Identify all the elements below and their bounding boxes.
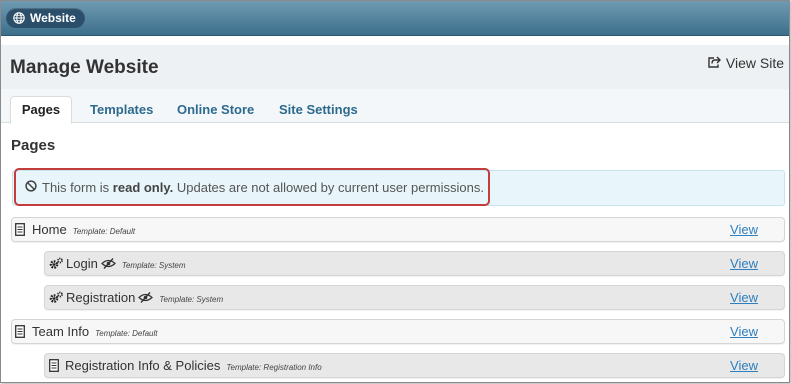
view-site-link[interactable]: View Site	[708, 55, 784, 71]
view-link[interactable]: View	[730, 256, 758, 271]
page-template: Template: Registration Info	[226, 363, 322, 372]
page-icon	[15, 325, 25, 343]
view-site-label: View Site	[725, 55, 784, 71]
page-row-login[interactable]: Login Template: System View	[44, 251, 785, 276]
alert-message: This form is read only. Updates are not …	[25, 180, 484, 195]
eye-slash-icon	[100, 257, 116, 272]
page-template: Template: Default	[95, 329, 158, 338]
website-label: Website	[30, 11, 76, 25]
external-link-icon	[708, 55, 721, 71]
tab-templates[interactable]: Templates	[90, 97, 153, 123]
page-name: Registration Info & Policies	[65, 358, 221, 373]
top-bar: Website	[1, 1, 789, 36]
view-link[interactable]: View	[730, 358, 758, 373]
section-title: Pages	[11, 137, 56, 154]
page-icon	[49, 359, 59, 377]
ban-icon	[25, 180, 37, 195]
page-row-registration[interactable]: Registration Template: System View	[44, 285, 785, 310]
page-name: Home	[32, 222, 67, 237]
page-row-registration-info[interactable]: Registration Info & Policies Template: Re…	[44, 353, 785, 378]
globe-icon	[13, 12, 25, 24]
gears-icon	[49, 257, 64, 275]
page-icon	[15, 223, 25, 241]
page-name: Registration	[66, 290, 136, 305]
view-link[interactable]: View	[730, 324, 758, 339]
app-window: Website Manage Website View Site Pages T…	[0, 0, 790, 383]
gears-icon	[49, 291, 64, 309]
page-name: Team Info	[32, 324, 90, 339]
page-name: Login	[66, 256, 98, 271]
page-row-home[interactable]: Home Template: Default View	[11, 217, 785, 242]
page-row-team-info[interactable]: Team Info Template: Default View	[11, 319, 785, 344]
tab-site-settings[interactable]: Site Settings	[279, 97, 358, 123]
page-template: Template: System	[121, 261, 186, 270]
page-template: Template: Default	[72, 227, 136, 236]
page-title: Manage Website	[10, 57, 159, 78]
alert-suffix: Updates are not allowed by current user …	[173, 180, 484, 195]
alert-bold: read only.	[112, 180, 174, 195]
tab-pages[interactable]: Pages	[10, 96, 72, 124]
eye-slash-icon	[138, 291, 154, 306]
view-link[interactable]: View	[730, 222, 758, 237]
page-template: Template: System	[159, 295, 224, 304]
website-button[interactable]: Website	[6, 8, 85, 28]
alert-prefix: This form is	[42, 180, 113, 195]
view-link[interactable]: View	[730, 290, 758, 305]
tab-online-store[interactable]: Online Store	[177, 97, 254, 123]
